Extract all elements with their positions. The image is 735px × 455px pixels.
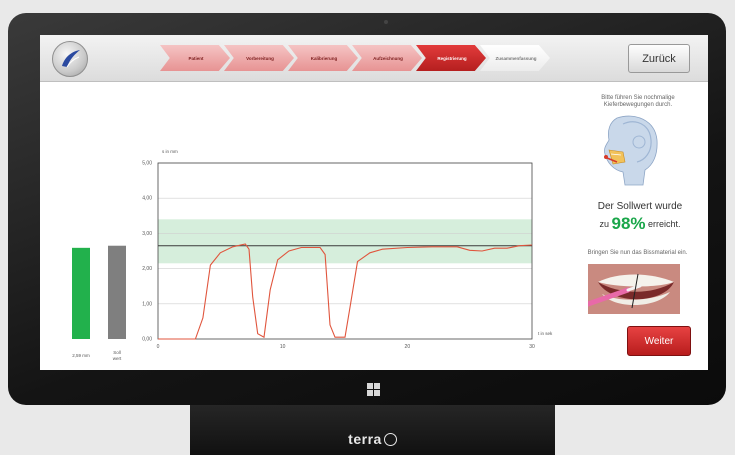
y-tick-label: 5,00 [142, 161, 152, 167]
instruction2-text: Bringen Sie nun das Bissmaterial ein. [587, 250, 688, 256]
next-button[interactable]: Weiter [627, 326, 691, 356]
wizard-step-patient[interactable]: Patient [160, 45, 230, 71]
result-line2: zu 98% erreicht. [575, 214, 705, 234]
y-axis-label: s in mm [162, 149, 178, 154]
target-label-line1: Soll [113, 350, 121, 355]
result-suffix: erreicht. [648, 219, 681, 229]
result-prefix: zu [599, 219, 609, 229]
header-bar: Patient Vorbereitung Kalibrierung Aufzeichn… [40, 35, 708, 82]
wizard-step-vorbereitung[interactable]: Vorbereitung [224, 45, 294, 71]
wizard-step-zusammenfassung[interactable]: Zusammenfassung [480, 45, 550, 71]
y-tick-label: 1,00 [142, 301, 152, 307]
head-scan-image [595, 110, 665, 190]
webcam [384, 20, 388, 24]
x-tick-label: 10 [280, 344, 286, 350]
globe-icon [383, 433, 397, 446]
wizard-step-registrierung[interactable]: Registrierung [416, 45, 486, 71]
windows-icon[interactable] [367, 383, 381, 397]
wizard-step-kalibrierung[interactable]: Kalibrierung [288, 45, 358, 71]
bite-material-image [588, 264, 680, 314]
tolerance-band [158, 219, 532, 264]
x-axis-label: t in sek [538, 331, 553, 336]
current-value-label: 2,59 mm [72, 353, 90, 358]
wizard-steps: Patient Vorbereitung Kalibrierung Aufzeichn… [160, 45, 560, 71]
y-tick-label: 2,00 [142, 266, 152, 272]
result-line1: Der Sollwert wurde [597, 201, 683, 212]
current-value-bar [72, 247, 90, 339]
target-label-line2: wert [113, 356, 122, 361]
wizard-step-aufzeichnung[interactable]: Aufzeichnung [352, 45, 422, 71]
app-screen: Patient Vorbereitung Kalibrierung Aufzeichn… [40, 35, 708, 370]
x-tick-label: 30 [529, 344, 535, 350]
x-tick-label: 0 [157, 344, 160, 350]
chart-area: 2,59 mm Sollwert 0,00 1,00 2,00 3,00 4,00 5,00 0… [72, 149, 553, 361]
brand-logo: terra [190, 431, 555, 447]
app-logo-icon[interactable] [52, 41, 88, 77]
back-button[interactable]: Zurück [628, 44, 690, 73]
y-tick-label: 0,00 [142, 337, 152, 343]
y-tick-label: 4,00 [142, 196, 152, 202]
instruction-text: Bitte führen Sie nochmalige Kieferbewegu… [601, 95, 675, 108]
target-value-bar [108, 245, 126, 339]
x-tick-label: 20 [405, 344, 411, 350]
result-percent: 98% [611, 214, 646, 233]
y-tick-label: 3,00 [142, 231, 152, 237]
